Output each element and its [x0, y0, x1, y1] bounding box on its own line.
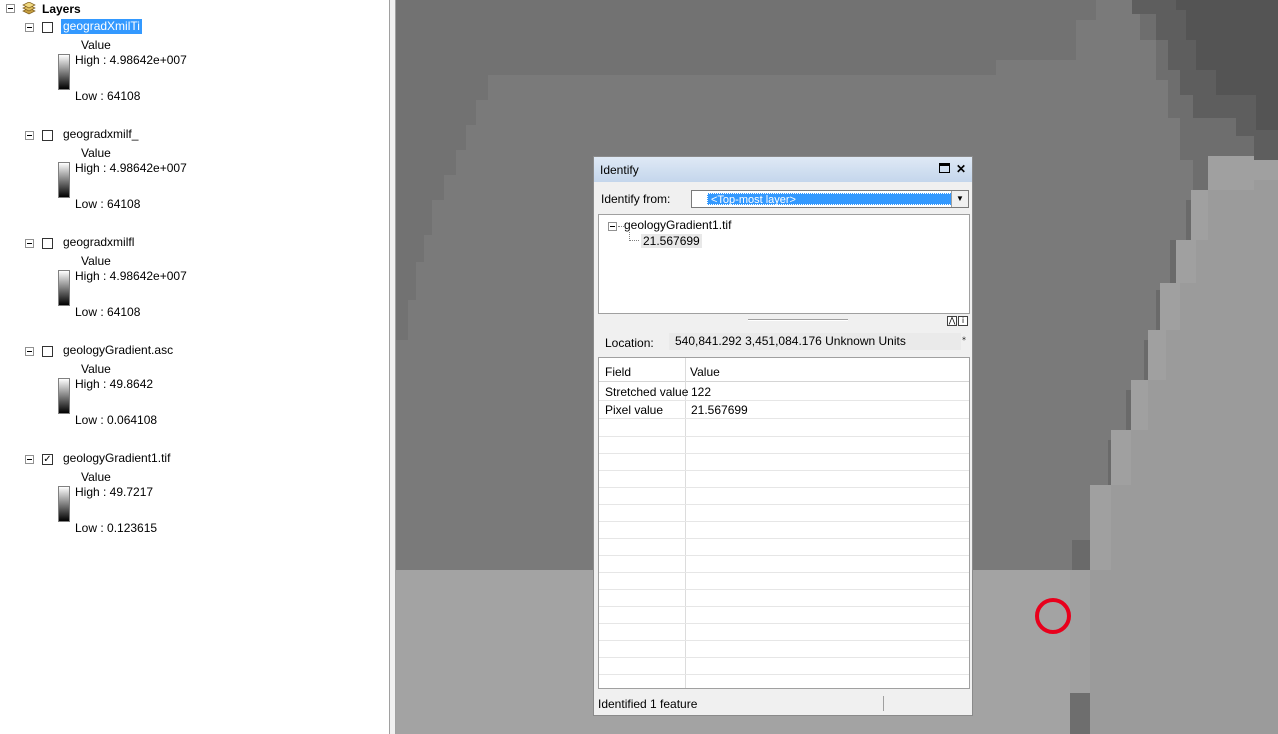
legend-low: Low : 64108 [75, 305, 141, 319]
legend-title: Value [81, 38, 111, 52]
empty-row [599, 589, 969, 607]
legend-low: Low : 64108 [75, 89, 141, 103]
layer-name[interactable]: geogradXmilTi [61, 19, 142, 34]
legend-low: Low : 0.064108 [75, 413, 158, 427]
table-of-contents: Layers geogradXmilTi Value High : 4.9864… [0, 0, 389, 734]
close-icon[interactable]: ✕ [954, 162, 968, 176]
legend-high: High : 49.8642 [75, 377, 154, 391]
empty-row [599, 521, 969, 539]
pane-splitter[interactable] [389, 0, 396, 734]
empty-row [599, 436, 969, 454]
color-ramp-swatch[interactable] [58, 162, 70, 198]
results-tree[interactable]: geologyGradient1.tif 21.567699 [598, 214, 970, 314]
legend-title: Value [81, 254, 111, 268]
collapse-toggle-root[interactable] [6, 4, 15, 13]
identify-from-dropdown[interactable]: <Top-most layer> ▼ [691, 190, 969, 208]
color-ramp-swatch[interactable] [58, 54, 70, 90]
empty-row [599, 640, 969, 658]
empty-row [599, 538, 969, 556]
identify-from-label: Identify from: [601, 192, 671, 206]
layers-icon [22, 2, 36, 15]
identify-window: Identify ✕ Identify from: <Top-most laye… [593, 156, 973, 716]
legend-low: Low : 64108 [75, 197, 141, 211]
status-text: Identified 1 feature [598, 697, 698, 711]
location-value: 540,841.292 3,451,084.176 Unknown Units [669, 333, 961, 350]
layer-name[interactable]: geologyGradient1.tif [61, 451, 172, 466]
window-title: Identify [600, 163, 639, 177]
color-ramp-swatch[interactable] [58, 378, 70, 414]
empty-row [599, 606, 969, 624]
layer-name[interactable]: geologyGradient.asc [61, 343, 175, 358]
layer-visibility-checkbox[interactable]: ✓ [42, 454, 53, 465]
collapse-toggle[interactable] [25, 455, 34, 464]
legend-title: Value [81, 362, 111, 376]
layer-visibility-checkbox[interactable] [42, 130, 53, 141]
color-ramp-swatch[interactable] [58, 270, 70, 306]
collapse-toggle[interactable] [25, 131, 34, 140]
maximize-icon[interactable] [937, 162, 951, 176]
attribute-grid[interactable]: Field Value Stretched value 122 Pixel va… [598, 357, 970, 689]
location-label: Location: [605, 336, 654, 350]
table-row[interactable]: Stretched value 122 [599, 383, 969, 401]
field-cell: Pixel value [605, 403, 664, 417]
value-cell: 122 [691, 385, 712, 399]
column-header-field[interactable]: Field [605, 365, 631, 379]
legend-high: High : 4.98642e+007 [75, 269, 187, 283]
grid-header: Field Value [599, 358, 969, 382]
empty-row [599, 623, 969, 641]
legend-low: Low : 0.123615 [75, 521, 158, 535]
legend-title: Value [81, 146, 111, 160]
legend-high: High : 4.98642e+007 [75, 161, 187, 175]
empty-row [599, 419, 969, 437]
empty-row [599, 487, 969, 505]
table-row[interactable]: Pixel value 21.567699 [599, 401, 969, 419]
status-bar: Identified 1 feature [598, 694, 970, 714]
dropdown-arrow-icon[interactable]: ▼ [951, 191, 968, 207]
empty-row [599, 453, 969, 471]
empty-row [599, 504, 969, 522]
collapse-toggle[interactable] [25, 347, 34, 356]
panel-splitter[interactable]: ⋀ i [598, 314, 970, 327]
info-icon[interactable]: i [958, 316, 968, 326]
empty-row [599, 470, 969, 488]
tree-feature-node[interactable]: 21.567699 [641, 234, 702, 248]
field-cell: Stretched value [605, 385, 689, 399]
layer-name[interactable]: geogradxmilfl [61, 235, 136, 250]
empty-row [599, 555, 969, 573]
layer-name[interactable]: geogradxmilf_ [61, 127, 140, 142]
layer-visibility-checkbox[interactable] [42, 238, 53, 249]
empty-row [599, 657, 969, 675]
pin-icon[interactable]: ⁎ [962, 333, 966, 342]
legend-high: High : 49.7217 [75, 485, 154, 499]
collapse-toggle[interactable] [25, 23, 34, 32]
status-separator [883, 696, 884, 711]
identify-from-value: <Top-most layer> [707, 193, 952, 206]
expand-up-icon[interactable]: ⋀ [947, 316, 957, 326]
splitter-grip [748, 319, 848, 321]
color-ramp-swatch[interactable] [58, 486, 70, 522]
column-header-value[interactable]: Value [690, 365, 720, 379]
legend-high: High : 4.98642e+007 [75, 53, 187, 67]
value-cell: 21.567699 [691, 403, 748, 417]
layer-visibility-checkbox[interactable] [42, 22, 53, 33]
layer-visibility-checkbox[interactable] [42, 346, 53, 357]
toc-root-title: Layers [42, 2, 81, 16]
tree-collapse-toggle[interactable] [608, 222, 617, 231]
collapse-toggle[interactable] [25, 239, 34, 248]
legend-title: Value [81, 470, 111, 484]
tree-layer-node[interactable]: geologyGradient1.tif [624, 218, 731, 232]
empty-row [599, 572, 969, 590]
identify-titlebar[interactable]: Identify ✕ [594, 157, 972, 182]
tree-connector [629, 240, 639, 241]
